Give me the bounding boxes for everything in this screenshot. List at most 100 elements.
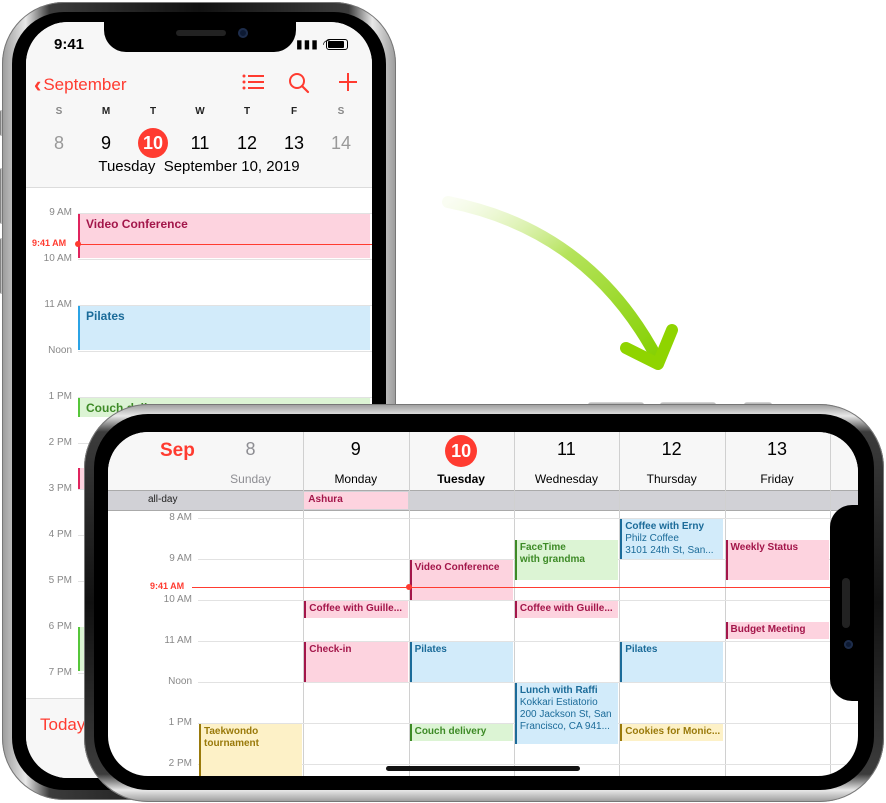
day-number-12[interactable]: 12 xyxy=(619,439,724,460)
day-name: Thursday xyxy=(646,472,697,486)
today-indicator: 10 xyxy=(445,435,478,467)
event-detail: 200 Jackson St, San xyxy=(519,709,612,720)
day-number-9[interactable]: 9 xyxy=(303,439,408,460)
event-block[interactable]: Check-in xyxy=(304,642,408,682)
add-event-icon[interactable] xyxy=(338,72,358,98)
all-day-row: all-day xyxy=(108,490,858,511)
event-block[interactable]: Coffee with Guille... xyxy=(514,601,619,619)
current-time-line xyxy=(192,587,858,589)
day-number-13[interactable]: 13 xyxy=(725,439,830,460)
event-title: Taekwondo xyxy=(204,726,259,737)
event-title: Cookies for Monic... xyxy=(625,726,721,737)
search-icon[interactable] xyxy=(288,72,310,100)
portrait-notch xyxy=(104,22,296,52)
hour-label: 1 PM xyxy=(168,717,192,728)
weekday-letter: M xyxy=(101,106,111,117)
hour-label: 9 AM xyxy=(49,207,72,218)
week-day-13[interactable]: 13 xyxy=(279,128,309,158)
current-time-label: 9:41 AM xyxy=(32,238,67,249)
event-block[interactable]: Weekly Status xyxy=(725,539,829,580)
event-detail: Francisco, CA 941... xyxy=(519,721,610,732)
event-title: Couch delivery xyxy=(414,726,487,737)
event-block[interactable]: Couch delivery xyxy=(409,724,513,742)
week-day-14[interactable]: 14 xyxy=(326,128,356,158)
home-indicator[interactable] xyxy=(386,766,580,771)
event-block[interactable]: Budget Meeting xyxy=(725,621,829,639)
week-day-10[interactable]: 10 xyxy=(138,128,168,158)
landscape-screen: Sep 8 Sunday 9 Monday 10 Tuesday 11 Wednesday 12… xyxy=(108,432,858,776)
current-time-label: 9:41 AM xyxy=(150,581,185,592)
hour-gridline xyxy=(78,259,372,260)
rotation-arrow-icon xyxy=(442,196,678,370)
hour-label: 6 PM xyxy=(48,621,72,632)
day-column-divider xyxy=(724,432,726,776)
back-to-month-button[interactable]: ‹ September xyxy=(34,74,127,96)
event-block[interactable]: Pilates xyxy=(409,642,513,682)
hour-label: 2 PM xyxy=(48,437,72,448)
hour-label: 5 PM xyxy=(48,575,72,586)
selected-weekday: Tuesday xyxy=(98,158,156,175)
event-block[interactable]: FaceTime with grandma xyxy=(514,539,619,580)
weekday-letter: F xyxy=(290,106,298,117)
status-time: 9:41 xyxy=(54,36,85,53)
all-day-event[interactable]: Ashura xyxy=(304,492,408,509)
day-number-10[interactable]: 10 xyxy=(409,435,514,467)
back-label: September xyxy=(43,75,127,94)
speaker-grille xyxy=(176,30,226,36)
hour-label: Noon xyxy=(48,345,72,356)
event-detail: Philz Coffee xyxy=(625,533,679,544)
current-time-dot xyxy=(405,584,412,591)
hour-gridline xyxy=(78,351,372,352)
event-title: Coffee with Erny xyxy=(625,521,705,532)
event-block[interactable]: Taekwondo tournament xyxy=(199,724,303,776)
hour-label: 3 PM xyxy=(48,483,72,494)
weekday-letter: T xyxy=(243,106,251,117)
hour-gridline xyxy=(198,518,858,519)
hour-label: 4 PM xyxy=(48,529,72,540)
hour-label: 8 AM xyxy=(169,512,192,523)
event-title: Budget Meeting xyxy=(730,623,806,635)
day-name: Friday xyxy=(760,472,794,486)
week-day-9[interactable]: 9 xyxy=(91,128,121,158)
week-day-12[interactable]: 12 xyxy=(232,128,262,158)
day-name: Sunday xyxy=(230,472,271,486)
hour-label: Noon xyxy=(168,676,192,687)
hour-label: 11 AM xyxy=(44,299,72,310)
all-day-label: all-day xyxy=(148,494,178,505)
event-title: FaceTime xyxy=(519,541,566,553)
event-block[interactable]: Video Conference xyxy=(78,214,370,258)
weekday-letter: T xyxy=(149,106,157,117)
battery-icon xyxy=(326,39,348,50)
day-name: Monday xyxy=(334,472,378,486)
day-number-11[interactable]: 11 xyxy=(514,439,619,460)
event-block[interactable]: Pilates xyxy=(78,306,370,350)
hour-label: 10 AM xyxy=(163,594,192,605)
event-block[interactable]: Coffee with Erny Philz Coffee 3101 24th St… xyxy=(620,519,724,559)
event-block[interactable]: Coffee with Guille... xyxy=(304,601,408,619)
event-title: Check-in xyxy=(309,644,352,655)
weekday-letter: S xyxy=(55,106,63,117)
chevron-left-icon: ‹ xyxy=(34,72,42,97)
event-block[interactable]: Video Conference xyxy=(409,560,513,600)
day-number-8[interactable]: 8 xyxy=(198,439,303,460)
list-icon[interactable] xyxy=(242,72,264,98)
month-label[interactable]: Sep xyxy=(160,440,195,462)
event-detail: Kokkari Estiatorio xyxy=(519,697,598,708)
week-day-8[interactable]: 8 xyxy=(44,128,74,158)
hour-label: 11 AM xyxy=(164,635,192,646)
event-title: Video Conference xyxy=(414,562,500,573)
selected-full-date: September 10, 2019 xyxy=(163,158,300,175)
hour-label: 9 AM xyxy=(169,553,192,564)
day-name: Wednesday xyxy=(534,472,598,486)
event-title: Weekly Status xyxy=(730,541,799,553)
event-block[interactable]: Pilates xyxy=(620,642,724,682)
front-camera xyxy=(238,28,248,38)
weekday-letter: S xyxy=(337,106,345,117)
today-button[interactable]: Today xyxy=(40,715,85,735)
hour-label: 10 AM xyxy=(43,253,72,264)
event-block[interactable]: Lunch with Raffi Kokkari Estiatorio 200 Ja… xyxy=(514,683,619,744)
week-day-11[interactable]: 11 xyxy=(185,128,215,158)
event-block[interactable]: Cookies for Monic... xyxy=(620,724,724,742)
hour-label: 2 PM xyxy=(168,758,192,769)
hour-label: 1 PM xyxy=(48,391,72,402)
